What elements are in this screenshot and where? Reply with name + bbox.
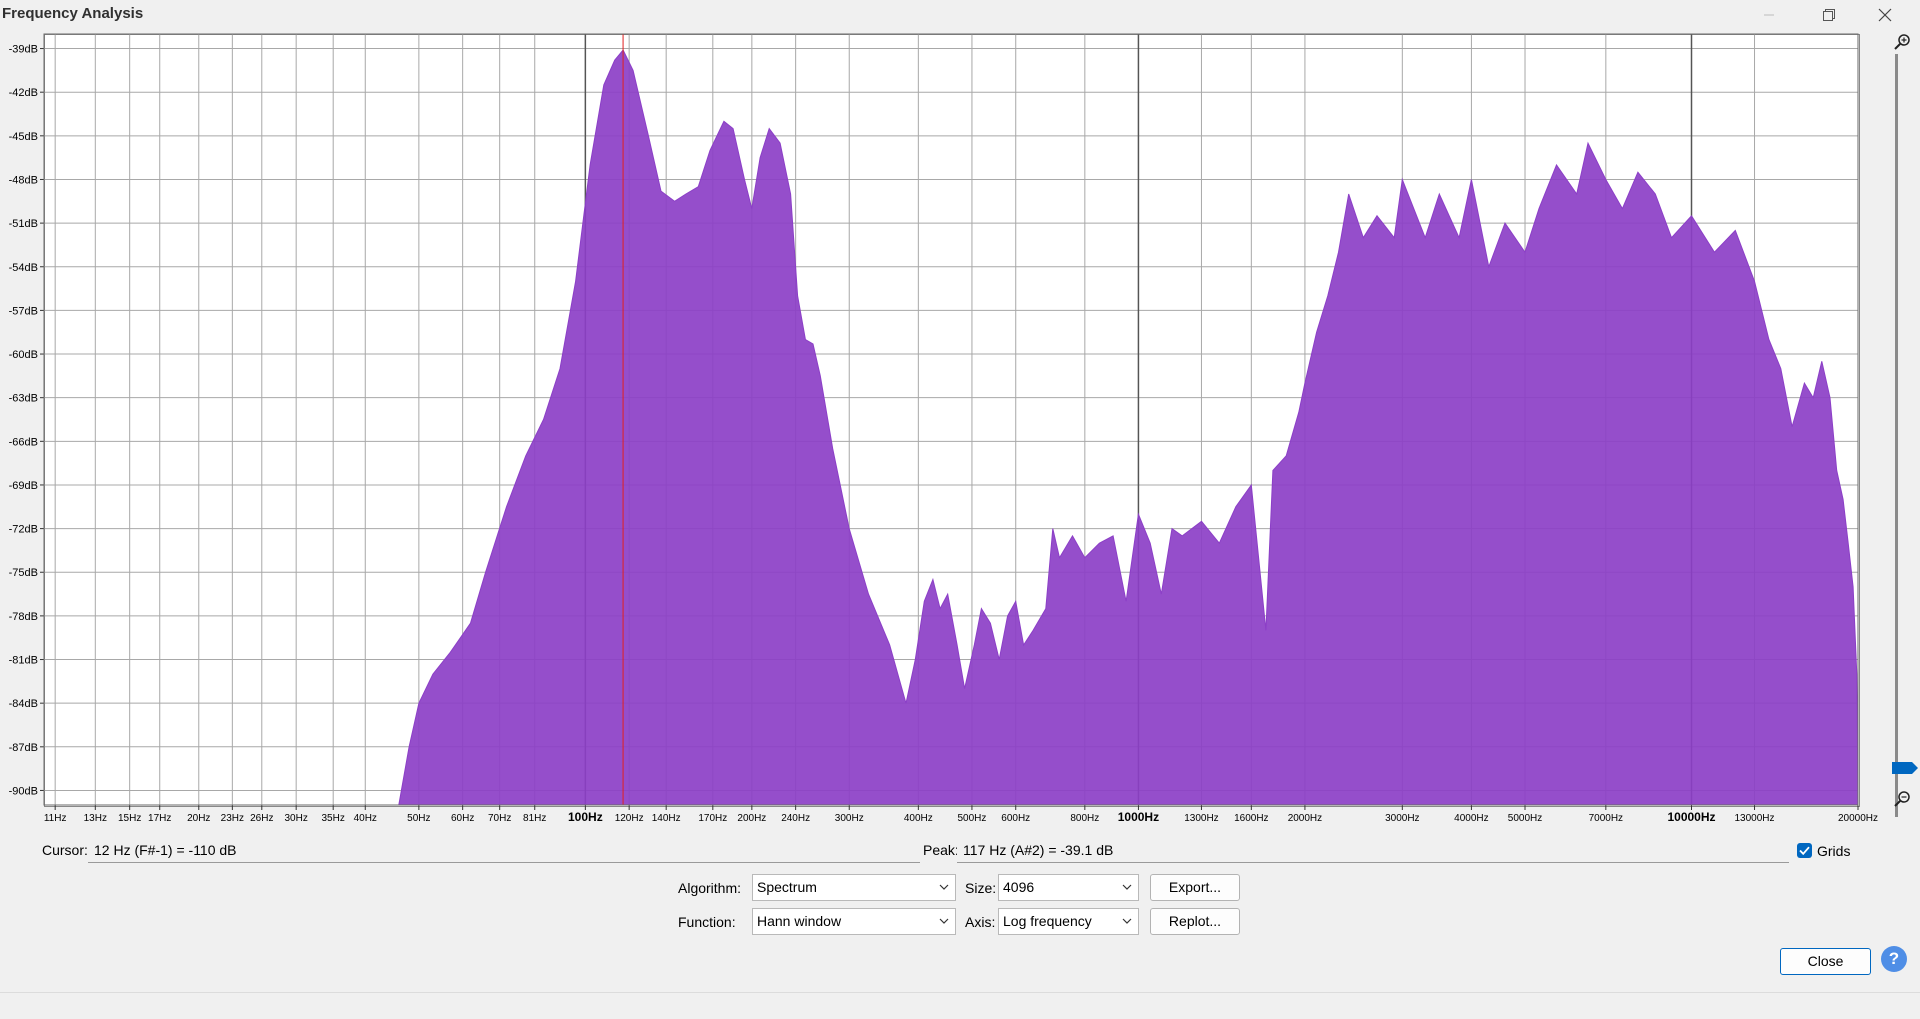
x-tick-label: 26Hz xyxy=(250,813,273,824)
x-tick-label: 11Hz xyxy=(44,813,67,824)
y-tick-label: -75dB xyxy=(9,567,38,579)
x-tick-label: 60Hz xyxy=(451,813,474,824)
zoom-slider-track[interactable] xyxy=(1895,54,1898,817)
axis-select-value: Log frequency xyxy=(1003,913,1092,929)
y-tick-label: -51dB xyxy=(9,218,38,230)
x-tick-label: 1600Hz xyxy=(1234,813,1268,824)
peak-readout: 117 Hz (A#2) = -39.1 dB xyxy=(957,837,1789,863)
x-tick-label: 240Hz xyxy=(781,813,810,824)
replot-button[interactable]: Replot... xyxy=(1150,908,1240,935)
chevron-down-icon xyxy=(939,884,949,890)
size-label: Size: xyxy=(965,880,997,896)
x-tick-label: 15Hz xyxy=(118,813,141,824)
algorithm-select-value: Spectrum xyxy=(757,879,817,895)
x-tick-label: 140Hz xyxy=(652,813,681,824)
x-tick-label: 170Hz xyxy=(698,813,727,824)
chevron-down-icon xyxy=(1122,918,1132,924)
x-tick-label: 50Hz xyxy=(407,813,430,824)
help-button[interactable]: ? xyxy=(1881,946,1907,972)
y-tick-label: -84dB xyxy=(9,698,38,710)
x-tick-label: 40Hz xyxy=(354,813,377,824)
vertical-zoom-controls xyxy=(1892,34,1918,817)
x-tick-label: 300Hz xyxy=(835,813,864,824)
y-tick-label: -66dB xyxy=(9,436,38,448)
y-tick-label: -60dB xyxy=(9,349,38,361)
y-tick-label: -81dB xyxy=(9,655,38,667)
y-axis-labels: -39dB -42dB -45dB -48dB -51dB -54dB -57dB -60dB… xyxy=(9,44,38,798)
x-tick-label: 500Hz xyxy=(957,813,986,824)
y-tick-label: -48dB xyxy=(9,174,38,186)
zoom-in-icon[interactable] xyxy=(1894,34,1910,50)
algorithm-label: Algorithm: xyxy=(678,880,742,896)
x-tick-label: 13000Hz xyxy=(1735,813,1775,824)
status-bar xyxy=(0,992,1920,1019)
function-label: Function: xyxy=(678,914,736,930)
frequency-spectrum-chart: -39dB -42dB -45dB -48dB -51dB -54dB -57dB -60dB… xyxy=(9,33,1878,824)
x-axis-labels: 11Hz 13Hz 15Hz 17Hz 20Hz 23Hz 26Hz 30Hz 35Hz 40Hz… xyxy=(44,810,1878,824)
export-button[interactable]: Export... xyxy=(1150,874,1240,901)
y-tick-label: -39dB xyxy=(9,44,38,56)
check-icon xyxy=(1799,846,1810,856)
x-tick-label: 100Hz xyxy=(568,810,603,824)
function-select-value: Hann window xyxy=(757,913,842,929)
x-tick-label: 81Hz xyxy=(523,813,546,824)
axis-label: Axis: xyxy=(965,914,996,930)
y-tick-label: -45dB xyxy=(9,131,38,143)
x-tick-label: 1000Hz xyxy=(1118,810,1159,824)
x-tick-label: 400Hz xyxy=(904,813,933,824)
x-tick-label: 2000Hz xyxy=(1288,813,1322,824)
x-tick-label: 1300Hz xyxy=(1184,813,1218,824)
function-select[interactable]: Hann window xyxy=(752,908,956,935)
axis-select[interactable]: Log frequency xyxy=(998,908,1139,935)
chevron-down-icon xyxy=(939,918,949,924)
cursor-label: Cursor: xyxy=(42,842,88,858)
x-tick-label: 4000Hz xyxy=(1454,813,1488,824)
y-tick-label: -72dB xyxy=(9,524,38,536)
chevron-down-icon xyxy=(1122,884,1132,890)
y-tick-label: -42dB xyxy=(9,87,38,99)
y-tick-label: -78dB xyxy=(9,611,38,623)
cursor-readout: 12 Hz (F#-1) = -110 dB xyxy=(88,837,920,863)
y-tick-label: -54dB xyxy=(9,262,38,274)
x-tick-label: 3000Hz xyxy=(1385,813,1419,824)
spectrum-area xyxy=(398,49,1859,806)
x-tick-label: 35Hz xyxy=(322,813,345,824)
x-tick-label: 200Hz xyxy=(737,813,766,824)
y-tick-label: -63dB xyxy=(9,393,38,405)
size-select-value: 4096 xyxy=(1003,879,1035,895)
x-tick-label: 120Hz xyxy=(615,813,644,824)
size-select[interactable]: 4096 xyxy=(998,874,1139,901)
x-tick-label: 23Hz xyxy=(221,813,244,824)
grids-checkbox[interactable] xyxy=(1797,843,1812,858)
y-tick-label: -90dB xyxy=(9,785,38,797)
x-tick-label: 30Hz xyxy=(284,813,307,824)
grids-label: Grids xyxy=(1817,843,1851,859)
algorithm-select[interactable]: Spectrum xyxy=(752,874,956,901)
x-tick-label: 7000Hz xyxy=(1589,813,1623,824)
x-tick-label: 17Hz xyxy=(148,813,171,824)
x-tick-label: 5000Hz xyxy=(1508,813,1542,824)
vertical-zoom-panel xyxy=(1860,30,1920,830)
y-tick-label: -87dB xyxy=(9,742,38,754)
x-tick-label: 20Hz xyxy=(187,813,210,824)
x-tick-label: 10000Hz xyxy=(1667,810,1715,824)
x-tick-label: 70Hz xyxy=(488,813,511,824)
close-button[interactable]: Close xyxy=(1780,948,1871,975)
y-tick-label: -69dB xyxy=(9,480,38,492)
y-tick-label: -57dB xyxy=(9,305,38,317)
x-tick-label: 13Hz xyxy=(84,813,107,824)
zoom-slider-thumb[interactable] xyxy=(1892,762,1918,774)
peak-label: Peak: xyxy=(923,842,959,858)
x-tick-label: 800Hz xyxy=(1070,813,1099,824)
x-tick-label: 600Hz xyxy=(1001,813,1030,824)
